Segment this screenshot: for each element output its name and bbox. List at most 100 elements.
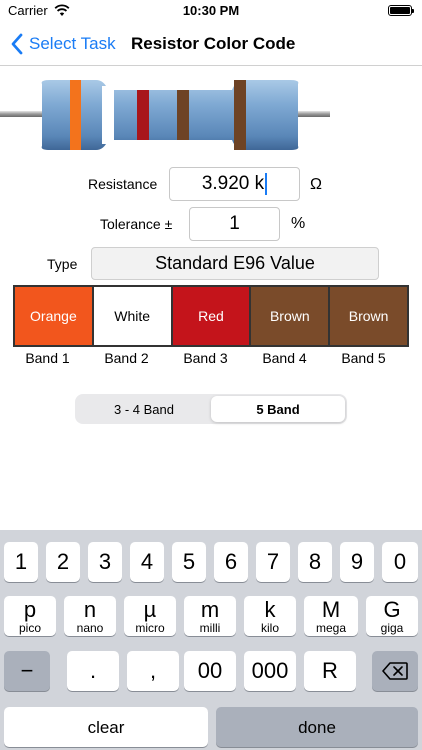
band-5-color-name: Brown — [348, 308, 389, 324]
clear-button[interactable]: clear — [4, 707, 208, 747]
resistance-value: 3.920 k — [201, 173, 265, 194]
key-milli-symbol: m — [200, 596, 220, 622]
key-giga-symbol: G — [383, 596, 401, 622]
resistor-illustration — [0, 80, 330, 150]
back-button-label: Select Task — [29, 34, 116, 53]
key-3-label: 3 — [98, 549, 112, 574]
tolerance-input[interactable]: 1 — [189, 207, 280, 241]
done-button[interactable]: done — [216, 707, 418, 747]
navigation-bar: Select Task Resistor Color Code — [0, 22, 422, 66]
key-triple-zero[interactable]: 000 — [244, 651, 296, 691]
key-kilo[interactable]: k kilo — [244, 596, 296, 636]
color-bands: Orange White Red Brown Brown — [13, 285, 409, 347]
band-4-color[interactable]: Brown — [251, 287, 329, 345]
band-3-color[interactable]: Red — [172, 287, 250, 345]
resistance-label: Resistance — [88, 176, 158, 192]
key-pico-name: pico — [18, 620, 41, 635]
band-3-label: Band 3 — [183, 350, 228, 366]
back-button[interactable]: Select Task — [10, 31, 116, 57]
key-micro[interactable]: µ micro — [124, 596, 176, 636]
tolerance-value: 1 — [229, 213, 240, 234]
key-nano-symbol: n — [83, 596, 97, 622]
band-3-color-name: Red — [198, 308, 224, 324]
key-3[interactable]: 3 — [88, 542, 122, 582]
resistance-input[interactable]: 3.920 k — [169, 167, 300, 201]
key-minus-label: − — [20, 658, 34, 683]
segment-5-band[interactable]: 5 Band — [211, 396, 345, 422]
key-0[interactable]: 0 — [382, 542, 418, 582]
battery-icon — [388, 5, 414, 16]
key-2-label: 2 — [56, 549, 70, 574]
key-1[interactable]: 1 — [4, 542, 38, 582]
chevron-left-icon — [11, 33, 23, 55]
resistor-band-3 — [137, 90, 149, 140]
key-kilo-name: kilo — [260, 620, 279, 635]
band-4-label: Band 4 — [262, 350, 307, 366]
resistor-band-5 — [234, 80, 246, 150]
band-5-color[interactable]: Brown — [330, 287, 407, 345]
tolerance-label: Tolerance ± — [100, 216, 173, 232]
type-selector[interactable]: Standard E96 Value — [91, 247, 379, 280]
percent-unit-label: % — [291, 215, 306, 232]
key-pico[interactable]: p pico — [4, 596, 56, 636]
band-4-color-name: Brown — [269, 308, 310, 324]
ohm-unit-label: Ω — [310, 176, 322, 193]
key-giga[interactable]: Ggiga — [366, 596, 418, 636]
key-6[interactable]: 6 — [214, 542, 248, 582]
resistor-band-2 — [102, 86, 114, 144]
key-kilo-symbol: k — [264, 596, 276, 622]
key-6-label: 6 — [224, 549, 238, 574]
text-cursor — [265, 173, 268, 195]
band-2-label: Band 2 — [104, 350, 149, 366]
band-1-label: Band 1 — [25, 350, 70, 366]
key-comma-label: , — [149, 658, 157, 683]
band-count-segmented-control: 3 - 4 Band 5 Band — [75, 394, 347, 424]
band-1-color-name: Orange — [30, 308, 77, 324]
key-nano[interactable]: n nano — [64, 596, 116, 636]
key-2[interactable]: 2 — [46, 542, 80, 582]
band-1-color[interactable]: Orange — [15, 287, 92, 345]
clear-button-label: clear — [87, 717, 125, 737]
key-5-label: 5 — [182, 549, 196, 574]
done-button-label: done — [298, 717, 336, 737]
key-decimal-point[interactable]: . — [67, 651, 119, 691]
key-comma[interactable]: , — [127, 651, 179, 691]
key-8-label: 8 — [308, 549, 322, 574]
key-1-label: 1 — [14, 549, 28, 574]
status-bar: Carrier 10:30 PM — [0, 0, 422, 22]
backspace-key[interactable] — [372, 651, 418, 691]
key-triple-zero-label: 000 — [251, 658, 289, 683]
key-r[interactable]: R — [304, 651, 356, 691]
key-9[interactable]: 9 — [340, 542, 374, 582]
band-2-color[interactable]: White — [93, 287, 171, 345]
key-micro-name: micro — [135, 620, 165, 635]
key-milli-name: milli — [199, 620, 221, 635]
key-4[interactable]: 4 — [130, 542, 164, 582]
key-nano-name: nano — [76, 620, 104, 635]
key-4-label: 4 — [140, 549, 154, 574]
key-double-zero[interactable]: 00 — [184, 651, 236, 691]
band-5-label: Band 5 — [341, 350, 386, 366]
key-8[interactable]: 8 — [298, 542, 332, 582]
type-value: Standard E96 Value — [155, 253, 315, 273]
resistor-band-1 — [70, 80, 81, 150]
key-pico-symbol: p — [23, 596, 37, 622]
type-label: Type — [47, 256, 78, 272]
key-giga-name: giga — [380, 620, 404, 635]
key-decimal-point-label: . — [89, 658, 97, 683]
key-mega-symbol: M — [321, 596, 341, 622]
key-5[interactable]: 5 — [172, 542, 206, 582]
resistor-band-4 — [177, 90, 189, 140]
custom-keyboard: 1 2 3 4 5 6 7 8 9 0 p pico n nano µ micro m… — [0, 530, 422, 750]
segment-3-4-band[interactable]: 3 - 4 Band — [77, 396, 211, 422]
key-7[interactable]: 7 — [256, 542, 290, 582]
backspace-icon — [382, 662, 408, 680]
key-0-label: 0 — [393, 549, 407, 574]
key-milli[interactable]: m milli — [184, 596, 236, 636]
clock-time: 10:30 PM — [182, 3, 240, 18]
key-mega[interactable]: Mmega — [304, 596, 358, 636]
key-7-label: 7 — [266, 549, 280, 574]
key-minus[interactable]: − — [4, 651, 50, 691]
key-double-zero-label: 00 — [197, 658, 223, 683]
page-title: Resistor Color Code — [131, 34, 296, 53]
